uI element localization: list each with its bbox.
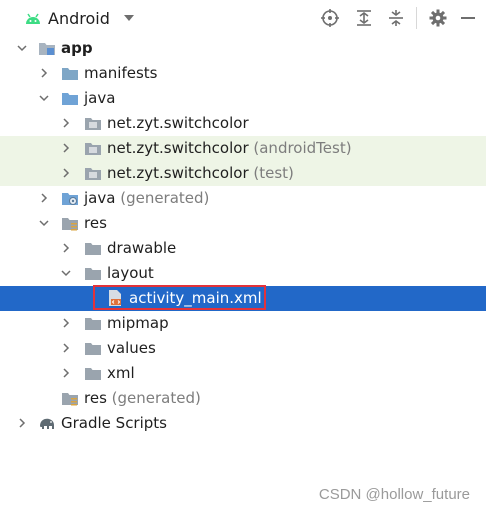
resource-folder-icon <box>62 218 78 231</box>
tree-label-xml: xml <box>107 364 135 382</box>
tree-label-manifests: manifests <box>84 64 158 82</box>
folder-icon <box>85 318 101 330</box>
tree-row-manifests[interactable]: manifests <box>0 61 486 86</box>
tree-row-app[interactable]: app <box>0 36 486 61</box>
gradle-elephant-icon <box>40 418 54 429</box>
tree-label-res: res <box>84 214 107 232</box>
android-icon <box>26 13 40 24</box>
chevron-right-icon[interactable] <box>38 67 50 79</box>
project-view-dropdown[interactable]: Android <box>24 6 134 30</box>
layout-xml-file-icon <box>109 290 121 306</box>
hide-minus-icon[interactable] <box>458 8 478 28</box>
tree-label-values: values <box>107 339 156 357</box>
folder-icon <box>62 68 78 80</box>
module-folder-icon <box>39 43 55 55</box>
chevron-right-icon[interactable] <box>16 417 28 429</box>
folder-icon <box>85 243 101 255</box>
locate-icon[interactable] <box>320 8 340 28</box>
tree-suffix-res-generated: (generated) <box>111 389 201 407</box>
toolbar-separator <box>416 7 417 29</box>
tree-suffix-android-test: (androidTest) <box>253 139 352 157</box>
chevron-right-icon[interactable] <box>60 142 72 154</box>
folder-icon <box>85 368 101 380</box>
project-toolbar: Android <box>0 0 486 36</box>
chevron-down-icon[interactable] <box>60 267 72 279</box>
tree-label-java: java <box>84 89 116 107</box>
package-icon <box>85 168 101 180</box>
chevron-down-icon <box>123 15 134 21</box>
settings-gear-icon[interactable] <box>428 8 448 28</box>
chevron-right-icon[interactable] <box>38 192 50 204</box>
chevron-right-icon[interactable] <box>60 117 72 129</box>
tree-label-java-generated: java (generated) <box>84 189 210 207</box>
chevron-right-icon[interactable] <box>60 167 72 179</box>
chevron-down-icon[interactable] <box>38 217 50 229</box>
tree-row-gradle-scripts[interactable]: Gradle Scripts <box>0 411 486 436</box>
tree-row-values[interactable]: values <box>0 336 486 361</box>
tree-label-layout: layout <box>107 264 154 282</box>
collapse-all-icon[interactable] <box>386 8 406 28</box>
chevron-down-icon[interactable] <box>16 42 28 54</box>
watermark: CSDN @hollow_future <box>318 486 470 503</box>
tree-label-activity-main: activity_main.xml <box>129 289 262 307</box>
tree-label-package-android-test: net.zyt.switchcolor (androidTest) <box>107 139 352 157</box>
tree-row-activity-main[interactable]: activity_main.xml <box>0 286 486 311</box>
tree-suffix-generated: (generated) <box>120 189 210 207</box>
tree-label-drawable: drawable <box>107 239 177 257</box>
folder-icon <box>85 268 101 280</box>
tree-label-app: app <box>61 39 93 57</box>
tree-row-layout[interactable]: layout <box>0 261 486 286</box>
tree-label-package-test: net.zyt.switchcolor (test) <box>107 164 294 182</box>
generated-folder-icon <box>62 193 78 205</box>
tree-label-package-main: net.zyt.switchcolor <box>107 114 249 132</box>
expand-all-icon[interactable] <box>354 8 374 28</box>
folder-icon <box>85 343 101 355</box>
tree-suffix-test: (test) <box>253 164 294 182</box>
chevron-right-icon[interactable] <box>60 342 72 354</box>
chevron-right-icon[interactable] <box>60 367 72 379</box>
project-view-label: Android <box>48 8 110 28</box>
tree-label-mipmap: mipmap <box>107 314 169 332</box>
tree-row-mipmap[interactable]: mipmap <box>0 311 486 336</box>
tree-row-res-generated[interactable]: res (generated) <box>0 386 486 411</box>
package-icon <box>85 143 101 155</box>
tree-row-package-main[interactable]: net.zyt.switchcolor <box>0 111 486 136</box>
chevron-down-icon[interactable] <box>38 92 50 104</box>
chevron-right-icon[interactable] <box>60 242 72 254</box>
tree-row-java[interactable]: java <box>0 86 486 111</box>
tree-row-package-test[interactable]: net.zyt.switchcolor (test) <box>0 161 486 186</box>
tree-label-gradle-scripts: Gradle Scripts <box>61 414 167 432</box>
tree-label-res-generated: res (generated) <box>84 389 201 407</box>
tree-row-java-generated[interactable]: java (generated) <box>0 186 486 211</box>
tree-row-drawable[interactable]: drawable <box>0 236 486 261</box>
source-folder-icon <box>62 93 78 105</box>
resource-folder-icon <box>62 393 78 406</box>
chevron-right-icon[interactable] <box>60 317 72 329</box>
tree-row-res[interactable]: res <box>0 211 486 236</box>
tree-row-package-android-test[interactable]: net.zyt.switchcolor (androidTest) <box>0 136 486 161</box>
tree-row-xml[interactable]: xml <box>0 361 486 386</box>
package-icon <box>85 118 101 130</box>
